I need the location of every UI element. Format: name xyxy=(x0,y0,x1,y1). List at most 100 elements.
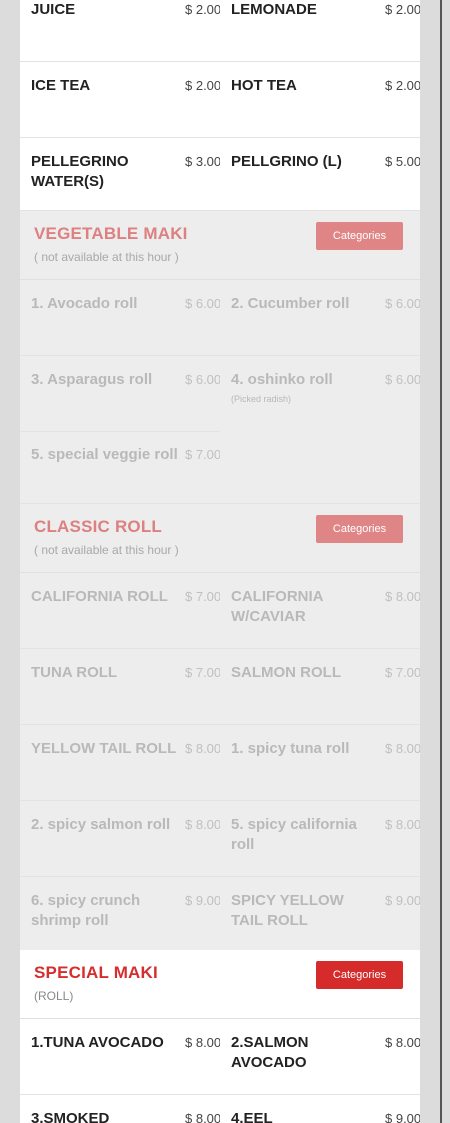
section-title: CLASSIC ROLL xyxy=(34,517,163,536)
item-name: CALIFORNIA W/CAVIAR xyxy=(231,588,323,625)
item-name: 3. Asparagus roll xyxy=(31,371,153,388)
menu-item[interactable]: PELLGRINO (L) $ 5.00 xyxy=(220,138,420,210)
section-header: SPECIAL MAKI (ROLL) Categories xyxy=(20,950,420,1019)
menu-item[interactable]: 1.TUNA AVOCADO $ 8.00 xyxy=(20,1019,220,1094)
menu-item[interactable]: 3.SMOKED $ 8.00 xyxy=(20,1095,220,1123)
menu-row: YELLOW TAIL ROLL $ 8.00 1. spicy tuna ro… xyxy=(20,725,420,801)
menu-item: 4. oshinko roll $ 6.00 (Picked radish) xyxy=(220,356,420,431)
item-name: TUNA ROLL xyxy=(31,664,118,681)
menu-item[interactable]: ICE TEA $ 2.00 xyxy=(20,62,220,137)
item-name: 2. spicy salmon roll xyxy=(31,816,171,833)
item-price: $ 8.00 xyxy=(385,817,420,832)
menu-row: PELLEGRINO WATER(S) $ 3.00 PELLGRINO (L)… xyxy=(20,138,420,211)
categories-button[interactable]: Categories xyxy=(316,515,403,543)
section-header: VEGETABLE MAKI ( not available at this h… xyxy=(20,211,420,280)
item-name: HOT TEA xyxy=(231,77,297,94)
menu-row: 3.SMOKED $ 8.00 4.EEL $ 9.00 xyxy=(20,1095,420,1123)
item-price: $ 9.00 xyxy=(385,1111,420,1123)
item-description: (Picked radish) xyxy=(231,394,292,404)
item-price: $ 8.00 xyxy=(185,817,220,832)
item-name: ICE TEA xyxy=(31,77,91,94)
menu-row: JUICE $ 2.00 LEMONADE $ 2.00 xyxy=(20,0,420,62)
categories-button[interactable]: Categories xyxy=(316,961,403,989)
menu-item: 6. spicy crunch shrimp roll $ 9.00 xyxy=(20,877,220,950)
menu-item[interactable]: 4.EEL $ 9.00 xyxy=(220,1095,420,1123)
menu-item: 3. Asparagus roll $ 6.00 xyxy=(20,356,220,432)
item-name: SPICY YELLOW TAIL ROLL xyxy=(231,892,344,929)
menu-row: 1.TUNA AVOCADO $ 8.00 2.SALMON AVOCADO $… xyxy=(20,1019,420,1095)
item-price: $ 7.00 xyxy=(185,589,220,604)
item-name: 5. spicy california roll xyxy=(231,816,357,853)
section-title: VEGETABLE MAKI xyxy=(34,224,188,243)
menu-item[interactable]: PELLEGRINO WATER(S) $ 3.00 xyxy=(20,138,220,210)
item-name: PELLEGRINO WATER(S) xyxy=(31,153,129,190)
item-price: $ 6.00 xyxy=(185,372,220,387)
menu-panel: JUICE $ 2.00 LEMONADE $ 2.00 ICE TEA $ 2… xyxy=(20,0,420,1123)
item-price: $ 8.00 xyxy=(185,1111,220,1123)
classic-roll-section: CLASSIC ROLL ( not available at this hou… xyxy=(20,504,420,950)
item-name: SALMON ROLL xyxy=(231,664,341,681)
item-price: $ 2.00 xyxy=(385,78,420,93)
item-price: $ 9.00 xyxy=(185,893,220,908)
item-name: LEMONADE xyxy=(231,1,317,18)
item-name: YELLOW TAIL ROLL xyxy=(31,740,177,757)
page-edge-bar xyxy=(440,0,442,1123)
item-price: $ 2.00 xyxy=(385,2,420,17)
item-name: CALIFORNIA ROLL xyxy=(31,588,168,605)
menu-row: CALIFORNIA ROLL $ 7.00 CALIFORNIA W/CAVI… xyxy=(20,573,420,649)
item-price: $ 5.00 xyxy=(385,154,420,169)
menu-item: CALIFORNIA W/CAVIAR $ 8.00 xyxy=(220,573,420,648)
item-price: $ 8.00 xyxy=(385,1035,420,1050)
item-name: 1. spicy tuna roll xyxy=(231,740,350,757)
menu-item: 1. Avocado roll $ 6.00 xyxy=(20,280,220,355)
menu-row: ICE TEA $ 2.00 HOT TEA $ 2.00 xyxy=(20,62,420,138)
availability-note: ( not available at this hour ) xyxy=(34,250,179,264)
menu-item: 2. Cucumber roll $ 6.00 xyxy=(220,280,420,355)
menu-item[interactable]: 2.SALMON AVOCADO $ 8.00 xyxy=(220,1019,420,1094)
menu-item: YELLOW TAIL ROLL $ 8.00 xyxy=(20,725,220,800)
item-price: $ 8.00 xyxy=(385,741,420,756)
item-name: 6. spicy crunch shrimp roll xyxy=(31,892,141,929)
item-name: PELLGRINO (L) xyxy=(231,153,342,170)
menu-row: 2. spicy salmon roll $ 8.00 5. spicy cal… xyxy=(20,801,420,877)
item-price: $ 6.00 xyxy=(385,296,420,311)
menu-row: 6. spicy crunch shrimp roll $ 9.00 SPICY… xyxy=(20,877,420,950)
item-price: $ 8.00 xyxy=(385,589,420,604)
item-price: $ 6.00 xyxy=(185,296,220,311)
item-name: 3.SMOKED xyxy=(31,1110,110,1123)
item-price: $ 8.00 xyxy=(185,1035,220,1050)
item-price: $ 7.00 xyxy=(385,665,420,680)
menu-item: SALMON ROLL $ 7.00 xyxy=(220,649,420,724)
menu-row: 1. Avocado roll $ 6.00 2. Cucumber roll … xyxy=(20,280,420,356)
item-name: 2.SALMON AVOCADO xyxy=(231,1034,309,1071)
item-name: 1. Avocado roll xyxy=(31,295,138,312)
item-price: $ 7.00 xyxy=(185,447,220,462)
menu-item[interactable]: JUICE $ 2.00 xyxy=(20,0,220,61)
menu-item[interactable]: LEMONADE $ 2.00 xyxy=(220,0,420,61)
special-maki-section: SPECIAL MAKI (ROLL) Categories 1.TUNA AV… xyxy=(20,950,420,1123)
menu-row: TUNA ROLL $ 7.00 SALMON ROLL $ 7.00 xyxy=(20,649,420,725)
menu-item[interactable]: HOT TEA $ 2.00 xyxy=(220,62,420,137)
item-name: 1.TUNA AVOCADO xyxy=(31,1034,164,1051)
item-name: 2. Cucumber roll xyxy=(231,295,350,312)
item-price: $ 2.00 xyxy=(185,2,220,17)
categories-button[interactable]: Categories xyxy=(316,222,403,250)
menu-item: 2. spicy salmon roll $ 8.00 xyxy=(20,801,220,876)
item-price: $ 6.00 xyxy=(385,372,420,387)
item-name: 4. oshinko roll xyxy=(231,371,333,388)
menu-row: 5. special veggie roll $ 7.00 xyxy=(20,431,420,504)
section-title: SPECIAL MAKI xyxy=(34,963,158,982)
section-header: CLASSIC ROLL ( not available at this hou… xyxy=(20,504,420,573)
menu-item: CALIFORNIA ROLL $ 7.00 xyxy=(20,573,220,648)
vegetable-maki-section: VEGETABLE MAKI ( not available at this h… xyxy=(20,211,420,504)
drinks-section: JUICE $ 2.00 LEMONADE $ 2.00 ICE TEA $ 2… xyxy=(20,0,420,211)
availability-note: ( not available at this hour ) xyxy=(34,543,179,557)
menu-item: 5. spicy california roll $ 8.00 xyxy=(220,801,420,876)
item-name: 4.EEL xyxy=(231,1110,273,1123)
item-price: $ 9.00 xyxy=(385,893,420,908)
item-price: $ 3.00 xyxy=(185,154,220,169)
menu-item: 5. special veggie roll $ 7.00 xyxy=(20,431,220,503)
menu-row: 3. Asparagus roll $ 6.00 4. oshinko roll… xyxy=(20,356,420,432)
menu-item: TUNA ROLL $ 7.00 xyxy=(20,649,220,724)
section-note: (ROLL) xyxy=(34,989,74,1003)
